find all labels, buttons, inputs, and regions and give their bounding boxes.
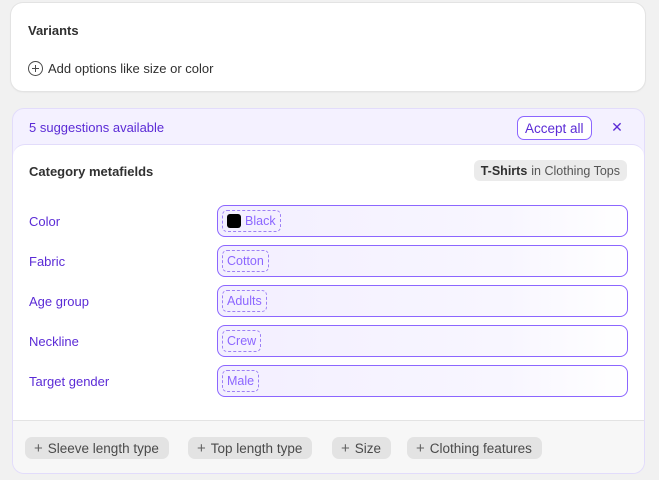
- category-metafields-section: Category metafields T-Shirts in Clothing…: [13, 144, 644, 420]
- value-chip[interactable]: Black: [222, 210, 281, 232]
- field-label: Color: [29, 214, 61, 229]
- add-sleeve-length-type-button[interactable]: + Sleeve length type: [25, 437, 169, 459]
- accept-all-button[interactable]: Accept all: [517, 116, 592, 140]
- pill-label: Top length type: [210, 440, 303, 456]
- close-icon[interactable]: ✕: [608, 118, 626, 136]
- plus-icon: +: [416, 439, 425, 457]
- chip-label: Crew: [227, 334, 257, 348]
- category-suffix: in Clothing Tops: [531, 163, 620, 178]
- variants-card: Variants Add options like size or color: [11, 3, 645, 91]
- plus-icon: +: [197, 439, 206, 457]
- neckline-field[interactable]: Crew: [217, 325, 628, 357]
- add-top-length-type-button[interactable]: + Top length type: [188, 437, 313, 459]
- pill-label: Clothing features: [429, 440, 532, 456]
- suggestions-panel: 5 suggestions available Accept all ✕ Cat…: [12, 108, 645, 474]
- category-name: T-Shirts: [480, 163, 528, 178]
- field-row-color: Color Black: [29, 205, 629, 237]
- field-label: Fabric: [29, 254, 66, 269]
- field-row-neckline: Neckline Crew: [29, 325, 629, 357]
- value-chip[interactable]: Crew: [222, 330, 262, 352]
- chip-label: Black: [245, 214, 276, 228]
- field-row-age-group: Age group Adults: [29, 285, 629, 317]
- plus-icon: +: [341, 439, 350, 457]
- pill-label: Size: [354, 440, 382, 456]
- pill-label: Sleeve length type: [47, 440, 159, 456]
- value-chip[interactable]: Cotton: [222, 250, 269, 272]
- suggestions-bar: 5 suggestions available Accept all ✕: [13, 109, 644, 145]
- metafields-title: Category metafields: [29, 164, 154, 179]
- circle-plus-icon: [28, 61, 43, 76]
- variants-title: Variants: [28, 23, 79, 38]
- chip-label: Adults: [227, 294, 262, 308]
- age-group-field[interactable]: Adults: [217, 285, 628, 317]
- field-row-fabric: Fabric Cotton: [29, 245, 629, 277]
- add-size-button[interactable]: + Size: [332, 437, 392, 459]
- field-label: Age group: [29, 294, 89, 309]
- field-row-target-gender: Target gender Male: [29, 365, 629, 397]
- color-field[interactable]: Black: [217, 205, 628, 237]
- chip-label: Cotton: [227, 254, 264, 268]
- chip-label: Male: [227, 374, 255, 388]
- suggestions-count: 5 suggestions available: [29, 120, 165, 135]
- add-clothing-features-button[interactable]: + Clothing features: [407, 437, 542, 459]
- add-fields-footer: + Sleeve length type + Top length type +…: [13, 420, 644, 473]
- add-options-button[interactable]: Add options like size or color: [28, 61, 213, 76]
- plus-icon: +: [34, 439, 43, 457]
- field-label: Neckline: [29, 334, 79, 349]
- field-label: Target gender: [29, 374, 110, 389]
- category-badge: T-Shirts in Clothing Tops: [473, 160, 627, 181]
- target-gender-field[interactable]: Male: [217, 365, 628, 397]
- color-swatch-icon: [227, 214, 241, 228]
- value-chip[interactable]: Male: [222, 370, 260, 392]
- value-chip[interactable]: Adults: [222, 290, 267, 312]
- fabric-field[interactable]: Cotton: [217, 245, 628, 277]
- add-options-label: Add options like size or color: [48, 61, 214, 76]
